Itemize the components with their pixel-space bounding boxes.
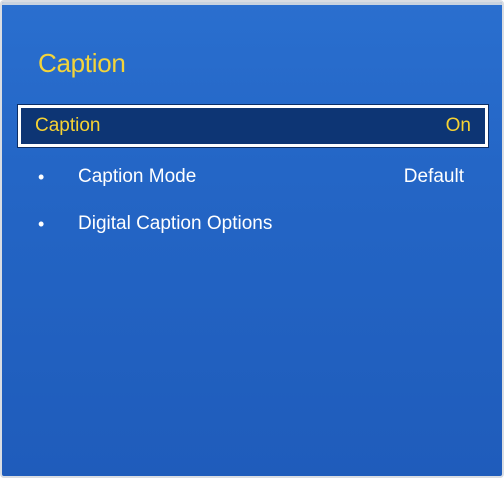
panel-title: Caption <box>38 48 126 78</box>
menu-item-label: Caption Mode <box>78 166 197 187</box>
menu-item-value: On <box>445 115 471 136</box>
menu-item-label: Caption <box>35 115 101 136</box>
caption-menu-panel: Caption Caption On • Caption Mode Defaul… <box>0 0 504 478</box>
menu-item-digital-caption-options[interactable]: • Digital Caption Options <box>18 204 488 244</box>
menu-item-value: Default <box>403 166 464 187</box>
bullet-icon: • <box>38 213 45 234</box>
menu-item-caption[interactable]: Caption On <box>18 105 488 147</box>
bullet-icon: • <box>38 166 45 187</box>
menu-item-label: Digital Caption Options <box>78 213 273 234</box>
menu-item-caption-mode[interactable]: • Caption Mode Default <box>18 157 488 197</box>
